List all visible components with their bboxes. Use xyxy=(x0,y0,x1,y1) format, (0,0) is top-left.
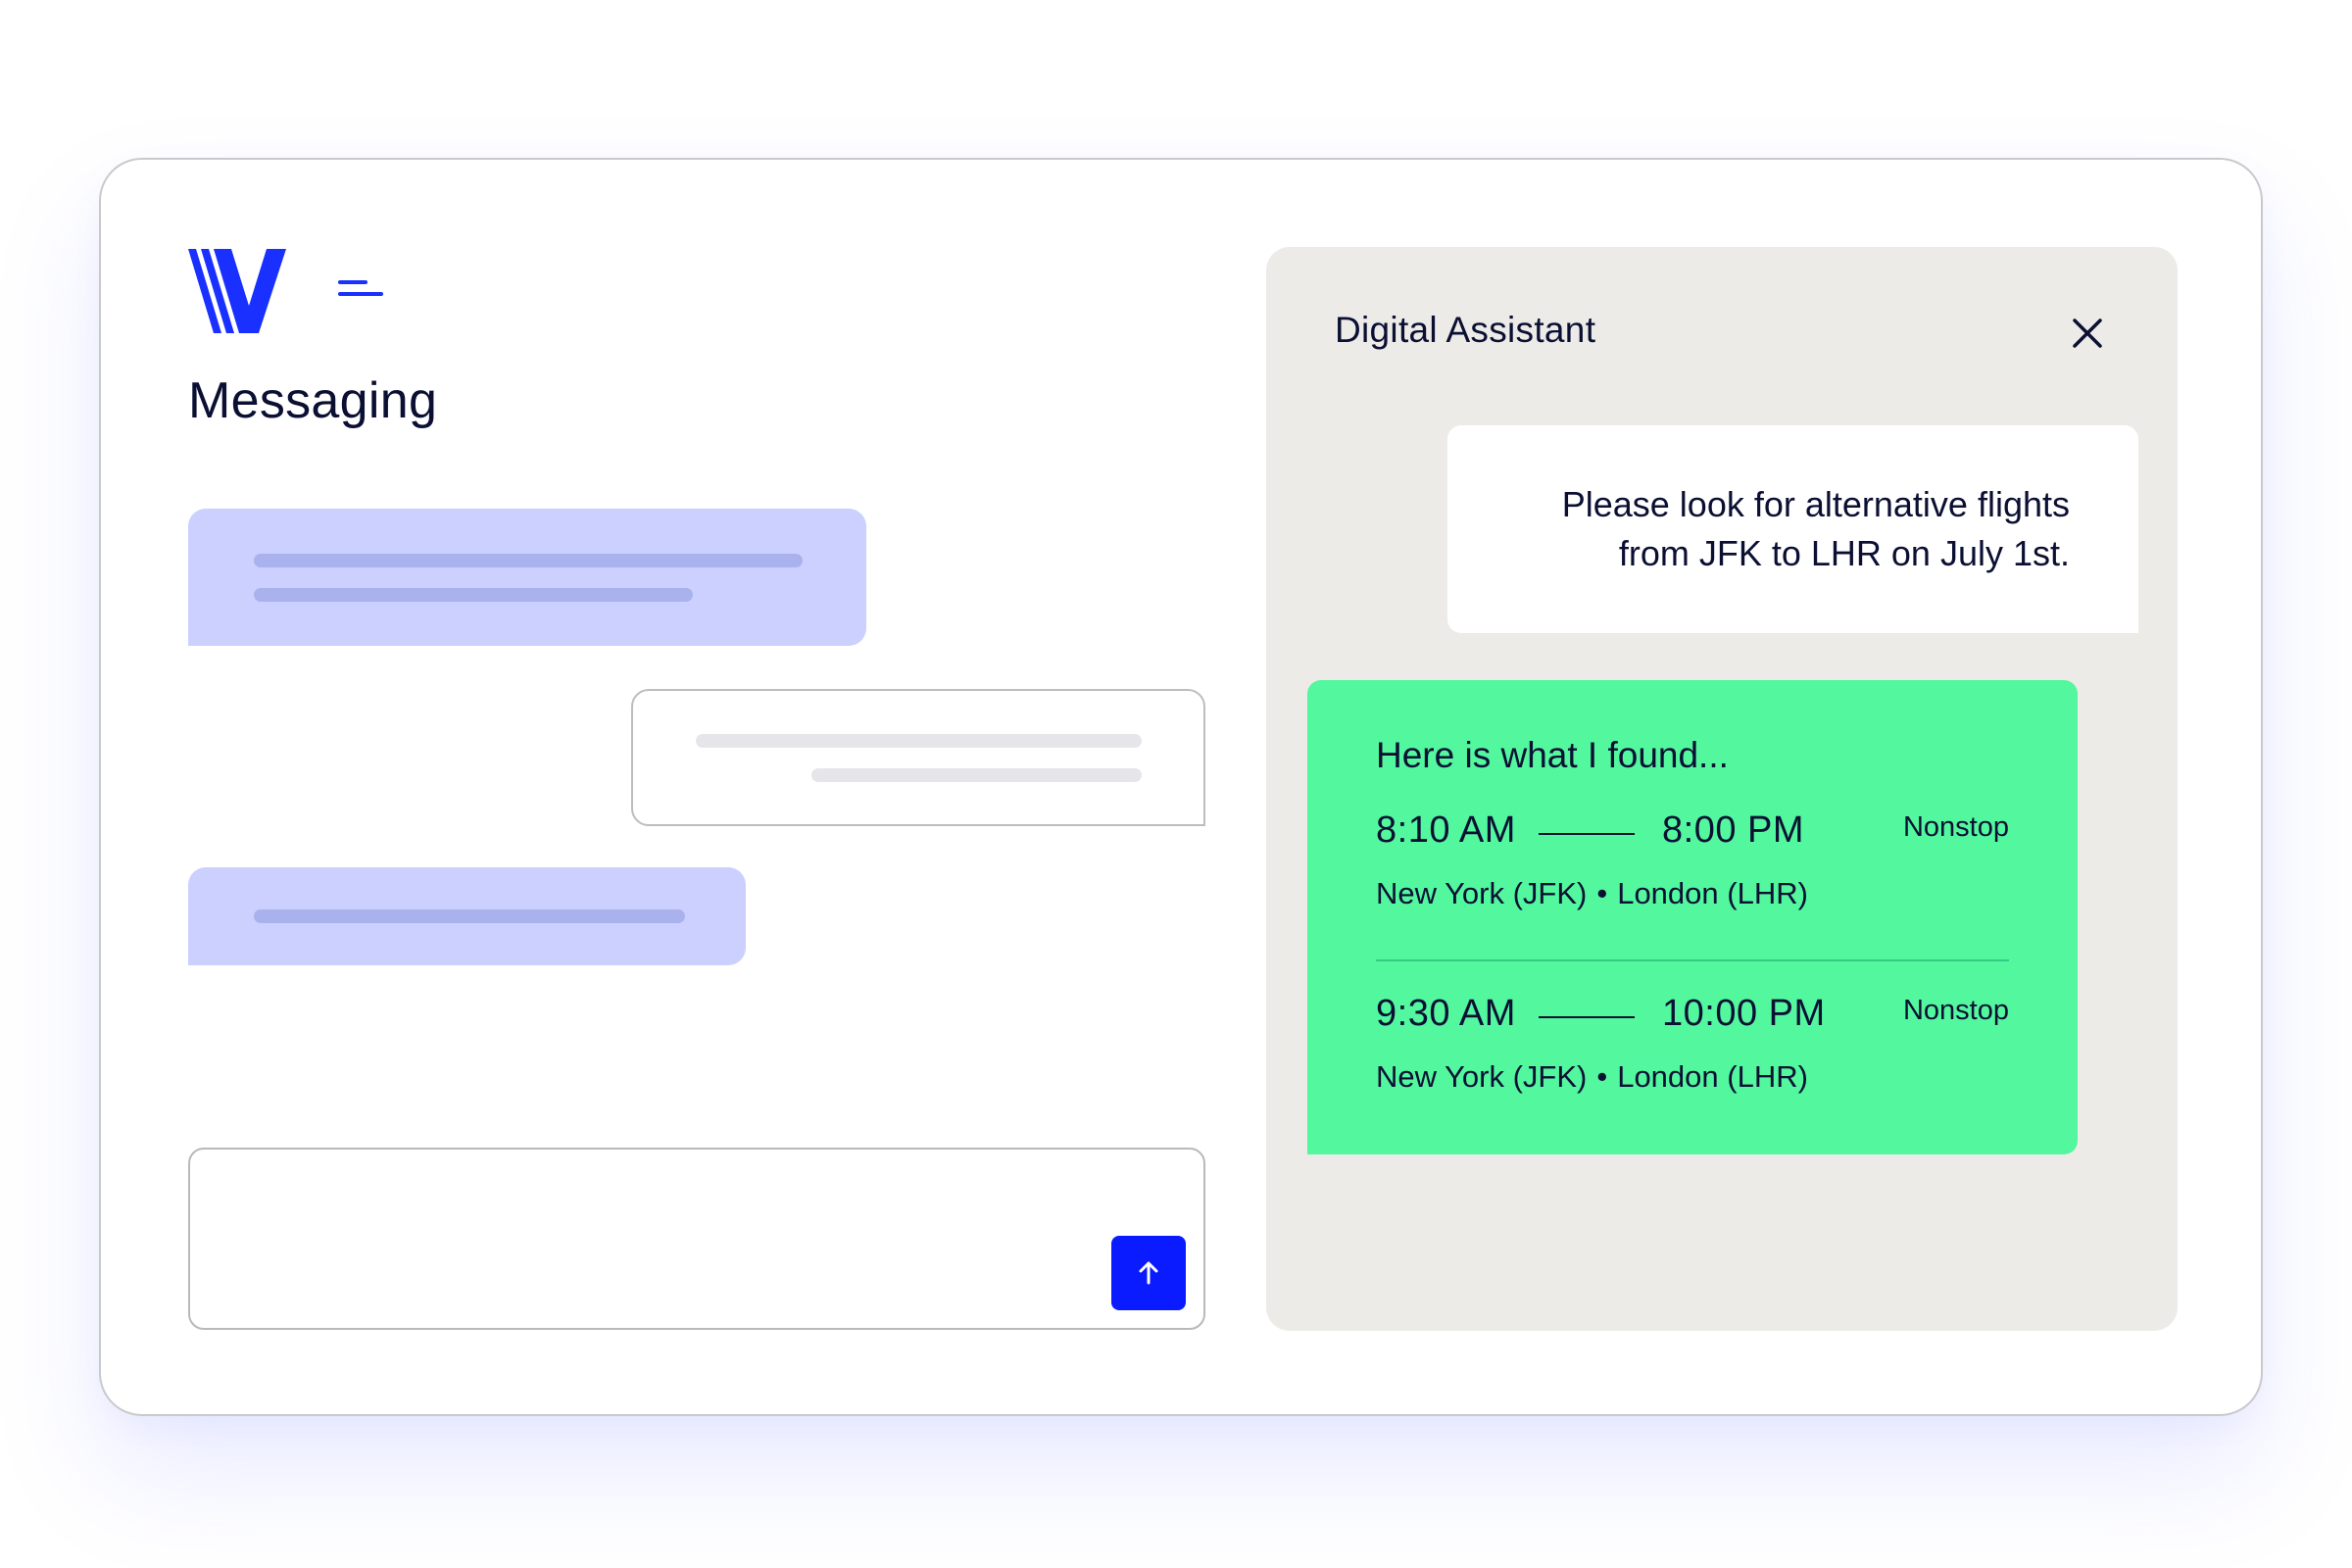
separator: • xyxy=(1596,1059,1608,1094)
user-message: Please look for alternative flights from… xyxy=(1447,425,2138,633)
flight-option[interactable]: 9:30 AM 10:00 PM Nonstop New York (JFK) •… xyxy=(1376,993,2009,1140)
close-icon[interactable] xyxy=(2070,316,2105,351)
page-title: Messaging xyxy=(188,372,438,429)
arrow-up-icon xyxy=(1139,1261,1158,1285)
origin: New York (JFK) xyxy=(1376,876,1588,910)
stops-label: Nonstop xyxy=(1902,995,2009,1026)
divider xyxy=(1376,959,2009,961)
incoming-message-placeholder xyxy=(188,509,866,646)
assistant-message: Here is what I found... 8:10 AM 8:00 PM … xyxy=(1307,680,2078,1154)
arrival-time: 8:00 PM xyxy=(1662,809,1805,851)
user-message-line: from JFK to LHR on July 1st. xyxy=(1618,533,2070,573)
user-message-line: Please look for alternative flights xyxy=(1561,484,2070,524)
assistant-title: Digital Assistant xyxy=(1335,310,1596,350)
incoming-message-placeholder xyxy=(188,867,746,965)
departure-time: 8:10 AM xyxy=(1376,809,1516,851)
origin: New York (JFK) xyxy=(1376,1059,1588,1094)
flight-line xyxy=(1539,833,1635,835)
send-button[interactable] xyxy=(1111,1236,1186,1310)
departure-time: 9:30 AM xyxy=(1376,993,1516,1034)
menu-icon[interactable] xyxy=(338,280,383,300)
route-label: New York (JFK) • London (LHR) xyxy=(1376,1059,1808,1095)
app-window: Messaging Digital Assistant Please look … xyxy=(99,158,2263,1416)
destination: London (LHR) xyxy=(1617,876,1808,910)
arrival-time: 10:00 PM xyxy=(1662,993,1826,1034)
digital-assistant-panel: Digital Assistant Please look for altern… xyxy=(1266,247,2178,1331)
stops-label: Nonstop xyxy=(1902,811,2009,843)
separator: • xyxy=(1596,876,1608,910)
destination: London (LHR) xyxy=(1617,1059,1808,1094)
outgoing-message-placeholder xyxy=(631,689,1205,826)
assistant-intro: Here is what I found... xyxy=(1376,735,1729,775)
route-label: New York (JFK) • London (LHR) xyxy=(1376,876,1808,911)
v-logo-icon xyxy=(188,249,286,333)
flight-line xyxy=(1539,1016,1635,1018)
message-composer[interactable] xyxy=(188,1148,1205,1330)
flight-option[interactable]: 8:10 AM 8:00 PM Nonstop New York (JFK) • L… xyxy=(1376,809,2009,956)
